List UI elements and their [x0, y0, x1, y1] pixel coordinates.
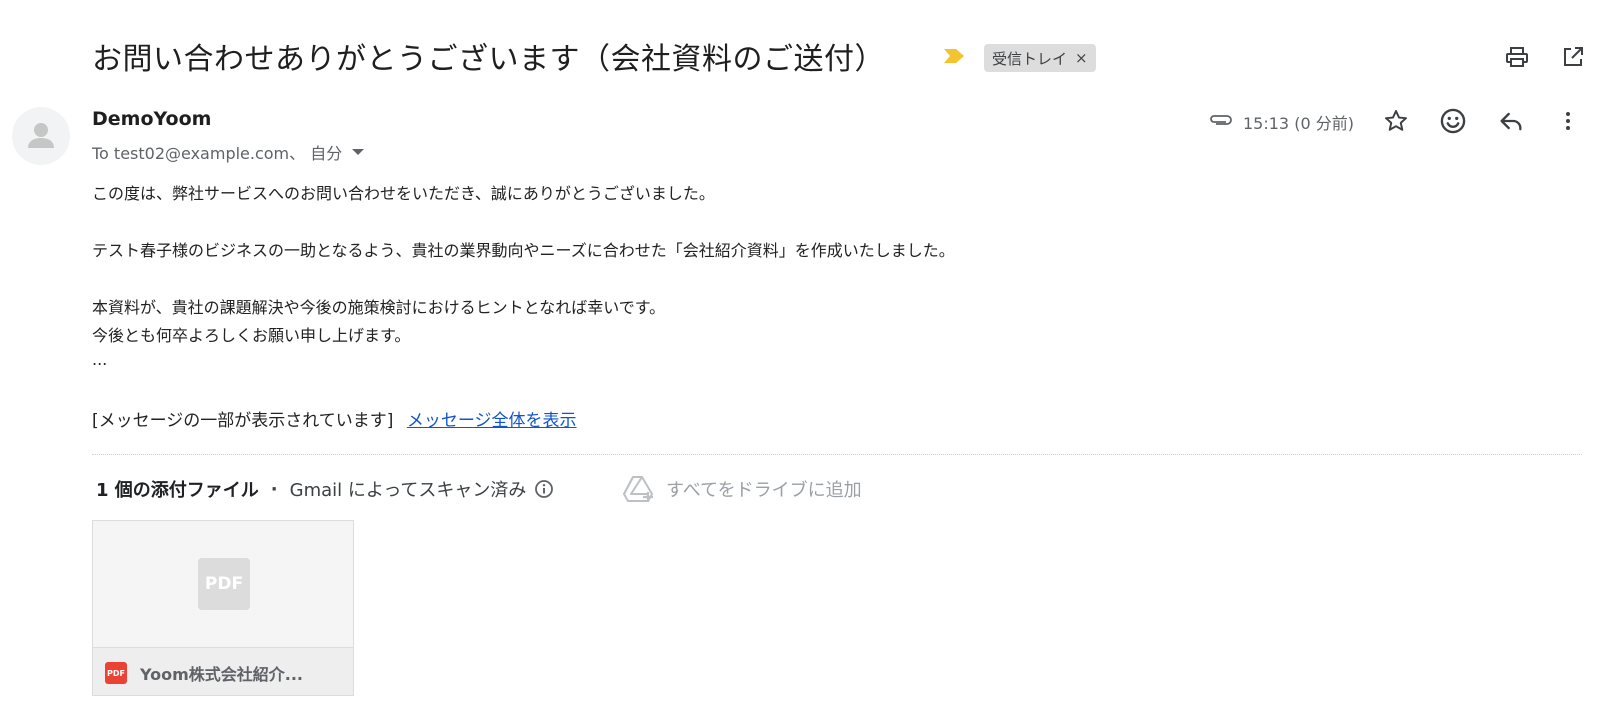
body-line: 本資料が、貴社の課題解決や今後の施策検討におけるヒントとなれば幸いです。 [92, 298, 666, 317]
label-chip-inbox: 受信トレイ × [984, 44, 1096, 72]
paperclip-icon [1210, 115, 1232, 125]
recipients-text: To test02@example.com、 自分 [92, 144, 343, 163]
sender-name[interactable]: DemoYoom [92, 108, 211, 130]
reply-icon [1500, 112, 1522, 131]
add-to-drive-icon [623, 476, 653, 502]
attachment-filename: Yoom株式会社紹介... [140, 665, 304, 684]
print-icon [1506, 47, 1528, 67]
separator-dot: · [270, 478, 278, 500]
reply-button[interactable] [1496, 106, 1526, 136]
email-subject: お問い合わせありがとうございます（会社資料のご送付） [92, 42, 885, 77]
attachment-card[interactable]: PDF PDF Yoom株式会社紹介... [92, 520, 354, 696]
body-line: この度は、弊社サービスへのお問い合わせをいただき、誠にありがとうございました。 [92, 184, 715, 203]
body-line: 今後とも何卒よろしくお願い申し上げます。 [92, 326, 411, 345]
print-all-button[interactable] [1503, 43, 1531, 71]
importance-marker-icon[interactable] [943, 47, 965, 65]
star-icon [1385, 110, 1407, 131]
emoji-icon [1440, 108, 1466, 134]
add-reaction-button[interactable] [1438, 106, 1468, 136]
show-details-caret-icon[interactable] [352, 149, 365, 155]
view-entire-message-link[interactable]: メッセージ全体を表示 [407, 411, 577, 431]
scan-status: Gmail によってスキャン済み [289, 480, 527, 501]
attachments-divider [92, 454, 1582, 455]
star-button[interactable] [1381, 106, 1411, 136]
info-icon[interactable] [534, 479, 554, 499]
email-timestamp: 15:13 (0 分前) [1243, 114, 1354, 133]
drive-button-label: すべてをドライブに追加 [666, 480, 862, 501]
open-in-new-window-icon [1564, 47, 1583, 66]
recipients-line: To test02@example.com、 自分 [92, 140, 365, 164]
add-all-to-drive-button[interactable]: すべてをドライブに追加 [622, 474, 862, 504]
pdf-icon: PDF [105, 662, 127, 684]
trimmed-notice-text: [メッセージの一部が表示されています] [92, 411, 394, 431]
attachments-header: 1 個の添付ファイル · Gmail によってスキャン済み [96, 476, 554, 502]
person-icon [28, 123, 54, 148]
attachment-count: 1 個の添付ファイル [96, 480, 259, 501]
more-vert-icon [1566, 112, 1570, 130]
remove-label-button[interactable]: × [1075, 49, 1088, 67]
body-line: ... [92, 350, 108, 369]
more-options-button[interactable] [1553, 106, 1583, 136]
pdf-icon: PDF [198, 558, 250, 610]
trimmed-message-notice: [メッセージの一部が表示されています] メッセージ全体を表示 [92, 406, 577, 431]
open-in-new-window-button[interactable] [1559, 43, 1587, 71]
sender-avatar[interactable] [12, 107, 70, 165]
attachment-footer: PDF Yoom株式会社紹介... [93, 647, 353, 695]
attachment-preview: PDF [93, 521, 353, 647]
body-line: テスト春子様のビジネスの一助となるよう、貴社の業界動向やニーズに合わせた「会社紹… [92, 241, 955, 260]
label-name: 受信トレイ [992, 49, 1068, 68]
